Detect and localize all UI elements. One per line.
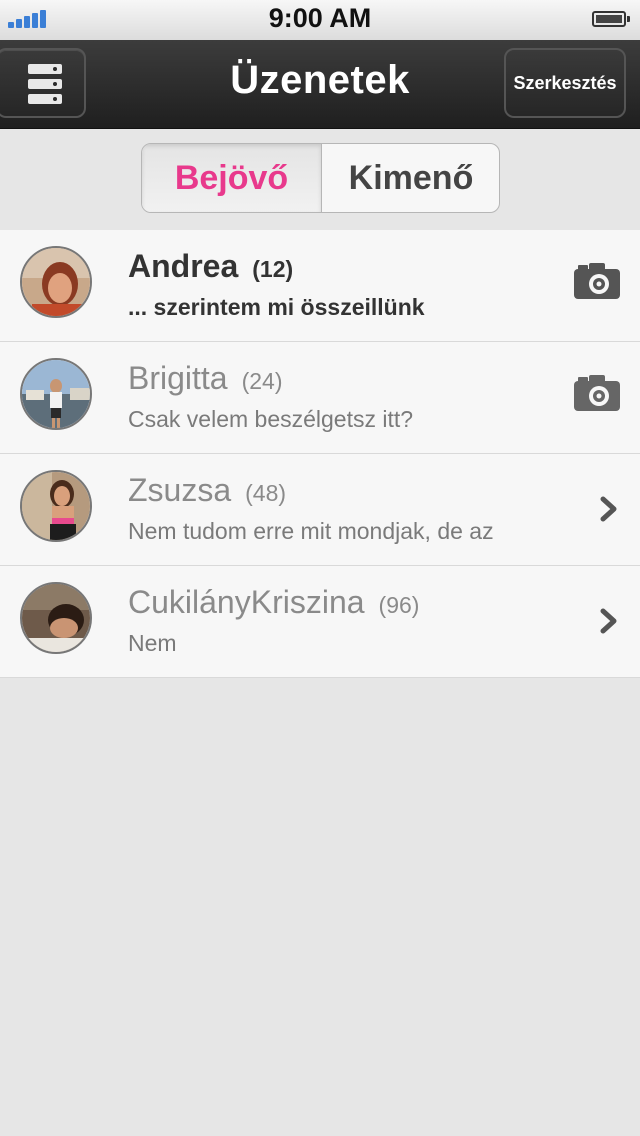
avatar [20, 358, 92, 430]
contact-name-text: Andrea [128, 248, 239, 284]
message-count: (24) [241, 368, 283, 394]
conversation-row[interactable]: Andrea (12) ... szerintem mi összeillünk [0, 230, 640, 342]
conversation-row[interactable]: Brigitta (24) Csak velem beszélgetsz itt? [0, 342, 640, 454]
camera-icon[interactable] [574, 263, 620, 304]
camera-icon[interactable] [574, 375, 620, 416]
contact-name-text: CukilányKriszina [128, 584, 365, 620]
battery-icon [592, 11, 630, 27]
inbox-outbox-segmented-control: Bejövő Kimenő [141, 143, 500, 213]
message-preview: ... szerintem mi összeillünk [128, 294, 425, 320]
contact-name-text: Zsuzsa [128, 472, 232, 508]
contact-name: Andrea (12) [128, 248, 293, 285]
menu-button[interactable] [0, 48, 86, 118]
chevron-right-icon[interactable] [600, 608, 618, 639]
avatar [20, 246, 92, 318]
status-time: 9:00 AM [268, 3, 372, 33]
message-preview: Nem [128, 630, 177, 656]
page-title: Üzenetek [230, 58, 410, 102]
message-count: (48) [245, 480, 287, 506]
contact-name: Brigitta (24) [128, 360, 283, 397]
contact-name: CukilányKriszina (96) [128, 584, 419, 621]
conversation-row[interactable]: CukilányKriszina (96) Nem [0, 566, 640, 678]
tab-outbox[interactable]: Kimenő [321, 144, 499, 212]
tab-inbox[interactable]: Bejövő [142, 144, 322, 212]
conversation-row[interactable]: Zsuzsa (48) Nem tudom erre mit mondjak, d… [0, 454, 640, 566]
avatar [20, 582, 92, 654]
conversation-list: Andrea (12) ... szerintem mi összeillünk [0, 230, 640, 678]
avatar [20, 470, 92, 542]
status-bar: 9:00 AM [0, 0, 640, 41]
nav-bar: Üzenetek Szerkesztés [0, 40, 640, 129]
edit-button[interactable]: Szerkesztés [504, 48, 626, 118]
message-preview: Nem tudom erre mit mondjak, de az [128, 518, 494, 544]
contact-name: Zsuzsa (48) [128, 472, 286, 509]
contact-name-text: Brigitta [128, 360, 228, 396]
message-count: (96) [378, 592, 420, 618]
chevron-right-icon[interactable] [600, 496, 618, 527]
message-count: (12) [252, 256, 294, 282]
message-preview: Csak velem beszélgetsz itt? [128, 406, 414, 432]
